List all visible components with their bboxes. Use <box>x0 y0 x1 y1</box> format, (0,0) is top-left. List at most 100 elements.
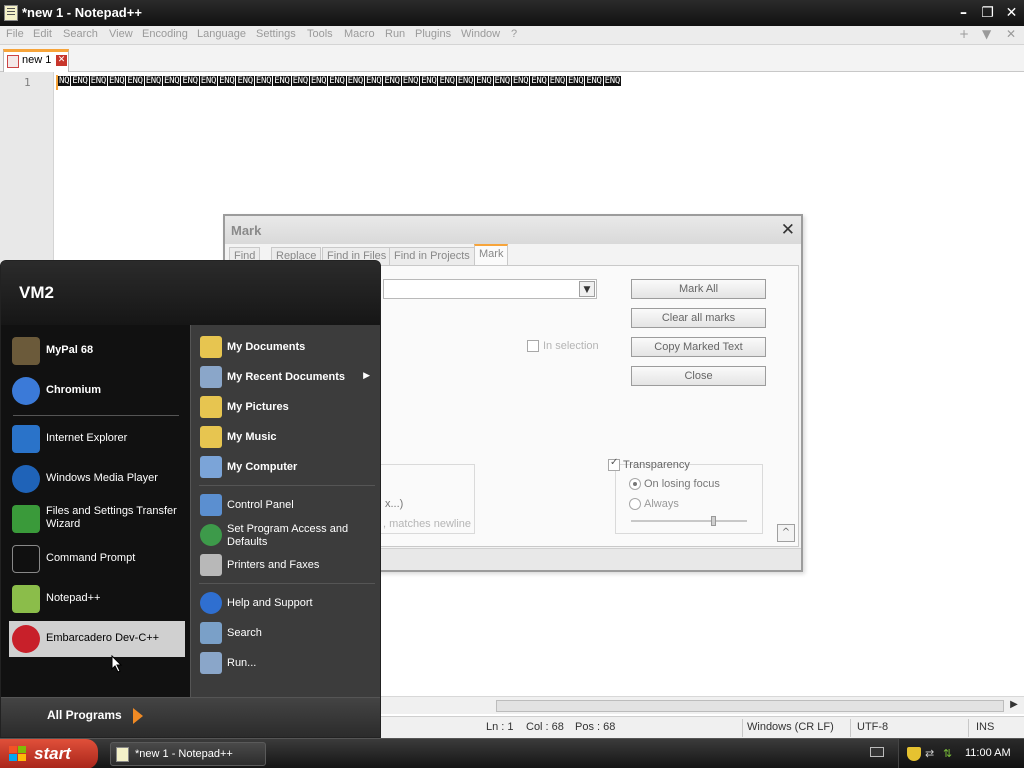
sm-item-windows-media-player[interactable]: Windows Media Player <box>9 461 185 497</box>
transparency-checkbox[interactable]: ✓ <box>608 457 620 471</box>
network-icon[interactable]: ⇄ <box>925 747 939 761</box>
status-mode: INS <box>976 721 995 733</box>
control-char-token: ENQ <box>401 76 420 86</box>
on-losing-focus-radio[interactable] <box>629 478 641 490</box>
restore-button[interactable]: ❐ <box>977 3 998 23</box>
sm-item-internet-explorer[interactable]: Internet Explorer <box>9 421 185 457</box>
start-menu: VM2 MyPal 68 Chromium Internet Explorer … <box>0 260 381 738</box>
notepadpp-icon <box>116 747 129 762</box>
control-panel-icon <box>200 494 222 516</box>
devcpp-icon <box>12 625 40 653</box>
tab-close-icon[interactable]: ✕ <box>56 55 67 66</box>
sm-item-mypal[interactable]: MyPal 68 <box>9 333 185 369</box>
tab-find-in-projects[interactable]: Find in Projects <box>389 247 475 266</box>
sm-item-command-prompt[interactable]: Command Prompt <box>9 541 185 577</box>
sm-item-label: Windows Media Player <box>46 472 158 484</box>
control-char-token: ENQ <box>144 76 163 86</box>
sm-item-label: My Computer <box>227 461 298 473</box>
mark-all-button[interactable]: Mark All <box>631 279 766 299</box>
divider <box>13 415 179 416</box>
control-char-token: ENQ <box>291 76 309 86</box>
sm-item-printers[interactable]: Printers and Faxes <box>198 551 376 579</box>
computer-icon <box>200 456 222 478</box>
sm-item-notepadpp[interactable]: Notepad++ <box>9 581 185 617</box>
printer-icon <box>200 554 222 576</box>
dialog-close-icon[interactable]: ✕ <box>781 220 795 240</box>
taskbar-notepadpp[interactable]: *new 1 - Notepad++ <box>110 742 266 766</box>
sm-item-label: Command Prompt <box>46 552 136 564</box>
scroll-right-arrow[interactable]: ▶ <box>1007 698 1021 712</box>
dialog-collapse-button[interactable]: ^ <box>777 524 795 542</box>
minimize-button[interactable]: – <box>953 3 974 23</box>
clear-all-marks-button[interactable]: Clear all marks <box>631 308 766 328</box>
menu-help[interactable]: ? <box>511 28 517 40</box>
sm-item-devcpp[interactable]: Embarcadero Dev-C++ <box>9 621 185 657</box>
menu-language[interactable]: Language <box>197 28 246 40</box>
start-menu-left-pane: MyPal 68 Chromium Internet Explorer Wind… <box>1 325 190 697</box>
sm-item-label: MyPal 68 <box>46 344 94 356</box>
always-radio[interactable] <box>629 498 641 510</box>
menu-macro[interactable]: Macro <box>344 28 375 40</box>
sm-item-my-recent-documents[interactable]: My Recent Documents ▶ <box>198 363 376 391</box>
menu-edit[interactable]: Edit <box>33 28 52 40</box>
sm-item-label: Embarcadero Dev-C++ <box>46 632 160 644</box>
sm-item-program-access[interactable]: Set Program Access and Defaults <box>198 521 376 553</box>
sm-item-label: Printers and Faxes <box>227 559 320 571</box>
all-programs-button[interactable]: All Programs <box>47 708 122 722</box>
find-what-combo[interactable]: ▼ <box>383 279 597 299</box>
horizontal-scrollbar[interactable]: ▶ <box>378 696 1024 714</box>
close-doc-button[interactable]: ✕ <box>1006 27 1016 41</box>
control-char-token: ENQ <box>163 76 181 86</box>
chevron-down-icon[interactable]: ▼ <box>579 281 595 297</box>
new-tab-button[interactable]: + <box>959 27 969 41</box>
control-char-token: ENQ <box>603 76 622 86</box>
control-char-token: ENQ <box>420 76 438 86</box>
close-dialog-button[interactable]: Close <box>631 366 766 386</box>
taskbar-item-label: *new 1 - Notepad++ <box>135 748 233 760</box>
divider <box>199 485 375 486</box>
sm-item-search[interactable]: Search <box>198 619 376 647</box>
sm-item-my-documents[interactable]: My Documents <box>198 333 376 361</box>
sm-item-my-music[interactable]: My Music <box>198 423 376 451</box>
menu-file[interactable]: File <box>6 28 24 40</box>
menu-window[interactable]: Window <box>461 28 500 40</box>
code-line[interactable]: NQ ENQ ENQ ENQ ENQ ENQ ENQ ENQ ENQ ENQ ENQ ENQ ENQ EN… <box>56 75 768 90</box>
menu-plugins[interactable]: Plugins <box>415 28 451 40</box>
safely-remove-icon[interactable]: ⇅ <box>943 747 957 761</box>
sm-item-help[interactable]: Help and Support <box>198 589 376 617</box>
sm-item-my-computer[interactable]: My Computer <box>198 453 376 481</box>
search-icon <box>200 622 222 644</box>
control-char-token: ENQ <box>548 76 566 86</box>
sm-item-chromium[interactable]: Chromium <box>9 373 185 409</box>
close-button[interactable]: ✕ <box>1001 3 1022 23</box>
pictures-folder-icon <box>200 396 222 418</box>
sm-item-my-pictures[interactable]: My Pictures <box>198 393 376 421</box>
in-selection-checkbox[interactable] <box>527 340 539 352</box>
tab-new-1[interactable]: new 1 ✕ <box>3 49 69 72</box>
keyboard-language-icon[interactable] <box>870 747 884 757</box>
menu-view[interactable]: View <box>109 28 133 40</box>
control-char-token: NQ <box>58 76 71 86</box>
tab-list-button[interactable]: ▼ <box>982 27 991 41</box>
sm-item-label: Control Panel <box>227 499 294 511</box>
sm-item-control-panel[interactable]: Control Panel <box>198 491 376 519</box>
sm-item-transfer-wizard[interactable]: Files and Settings Transfer Wizard <box>9 501 185 537</box>
run-icon <box>200 652 222 674</box>
menu-run[interactable]: Run <box>385 28 405 40</box>
mouse-cursor-icon <box>111 655 123 673</box>
control-char-token: ENQ <box>309 76 328 86</box>
sm-item-label: My Pictures <box>227 401 289 413</box>
tab-mark[interactable]: Mark <box>474 244 509 266</box>
notepadpp-icon <box>12 585 40 613</box>
menu-encoding[interactable]: Encoding <box>142 28 188 40</box>
sm-item-run[interactable]: Run... <box>198 649 376 677</box>
security-shield-icon[interactable] <box>907 747 921 761</box>
menu-settings[interactable]: Settings <box>256 28 296 40</box>
control-char-token: ENQ <box>511 76 530 86</box>
copy-marked-text-button[interactable]: Copy Marked Text <box>631 337 766 357</box>
menu-search[interactable]: Search <box>63 28 98 40</box>
transparency-slider-thumb[interactable] <box>711 516 716 526</box>
menu-tools[interactable]: Tools <box>307 28 333 40</box>
scrollbar-thumb[interactable] <box>496 700 1004 712</box>
start-button[interactable]: start <box>0 739 98 768</box>
